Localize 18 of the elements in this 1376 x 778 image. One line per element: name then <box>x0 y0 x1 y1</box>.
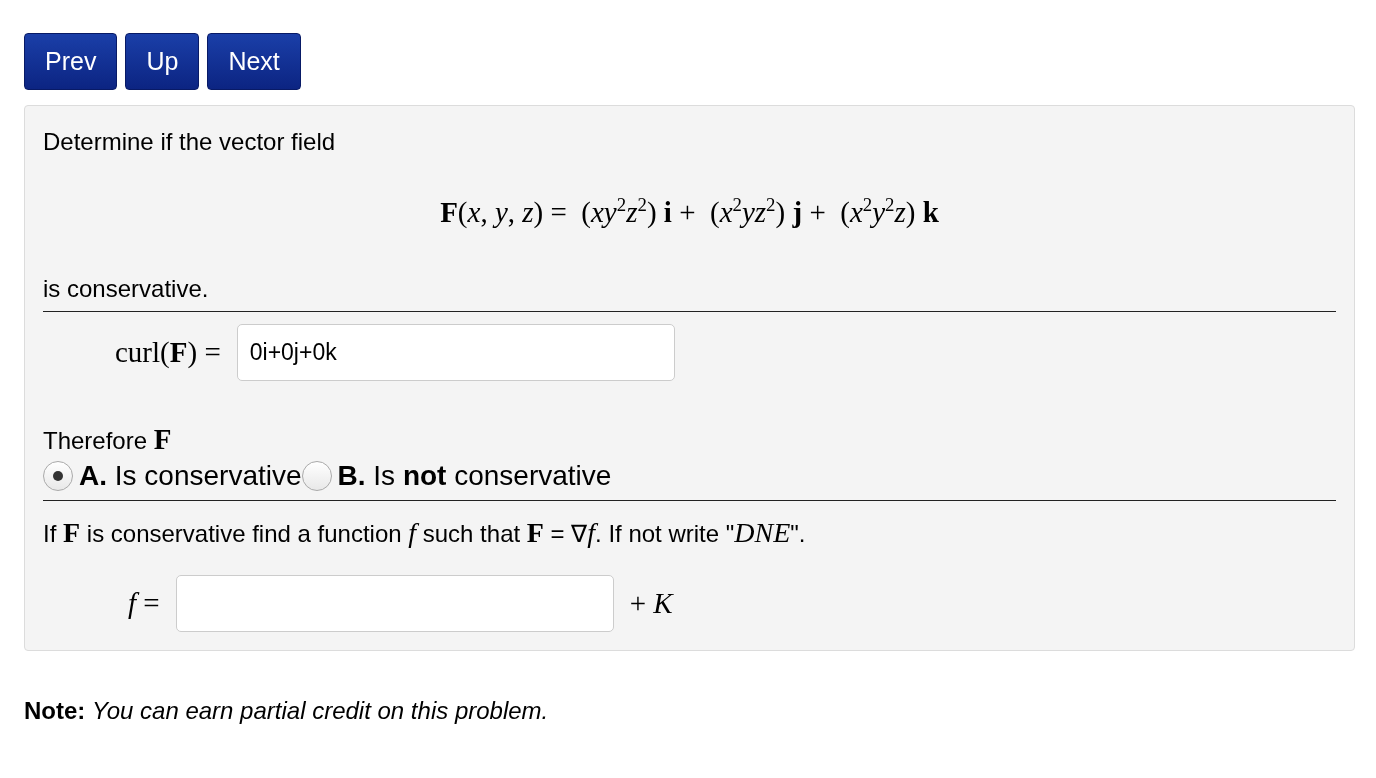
problem-text: is conservative. <box>43 274 210 303</box>
function-label: f = <box>128 586 160 620</box>
constant-label: + K <box>629 586 673 620</box>
radio-button[interactable] <box>43 460 73 491</box>
option-label[interactable]: A. Is conservative <box>79 459 302 492</box>
problem-text: Determine if the vector field <box>43 128 337 156</box>
option-label[interactable]: B. Is not conservative <box>337 459 612 492</box>
function-answer-field[interactable] <box>175 574 614 632</box>
nav-button[interactable]: Prev <box>24 33 118 90</box>
nav-button[interactable]: Up <box>125 33 200 90</box>
note-text: Note: You can earn partial credit on this problem. <box>24 696 550 725</box>
curl-label: curl(F) = <box>115 335 221 369</box>
curl-answer-field[interactable]: 0i+0j+0k <box>236 323 675 381</box>
radio-button[interactable] <box>301 460 332 491</box>
therefore-text: Therefore F <box>43 422 173 456</box>
nav-button[interactable]: Next <box>207 33 301 90</box>
question-text: If F is conservative find a function f such that F = ∇f. If not write "DNE". <box>43 516 807 549</box>
vector-field-formula: F(x, y, z) = (xy$^{2}$z$^{2}$) i + (x$^{2}$yz$^{2}$) j + (x$^{2}$y$^{2}$z) k <box>439 194 940 229</box>
